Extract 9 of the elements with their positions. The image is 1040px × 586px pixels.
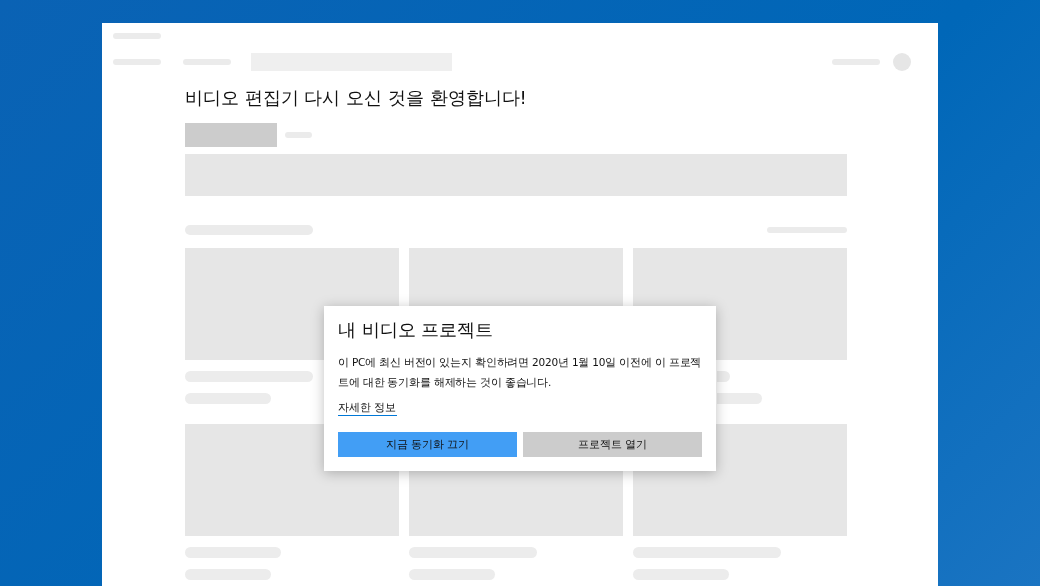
dialog-title: 내 비디오 프로젝트	[338, 318, 495, 342]
avatar-placeholder	[893, 53, 911, 71]
dialog-message: 이 PC에 최신 버전이 있는지 확인하려면 2020년 1월 10일 이전에 이 프로젝트에 대한 동기화를 해제하는 것이 좋습니다.	[338, 355, 702, 390]
placeholder-bar	[717, 393, 762, 404]
learn-more-link[interactable]: 자세한 정보	[338, 400, 397, 416]
welcome-heading: 비디오 편집기 다시 오신 것을 환영합니다!	[185, 87, 528, 109]
placeholder-bar	[717, 371, 730, 382]
dialog-button[interactable]: 지금 동기화 끄기	[338, 432, 517, 457]
dialog-button[interactable]: 프로젝트 열기	[523, 432, 702, 457]
